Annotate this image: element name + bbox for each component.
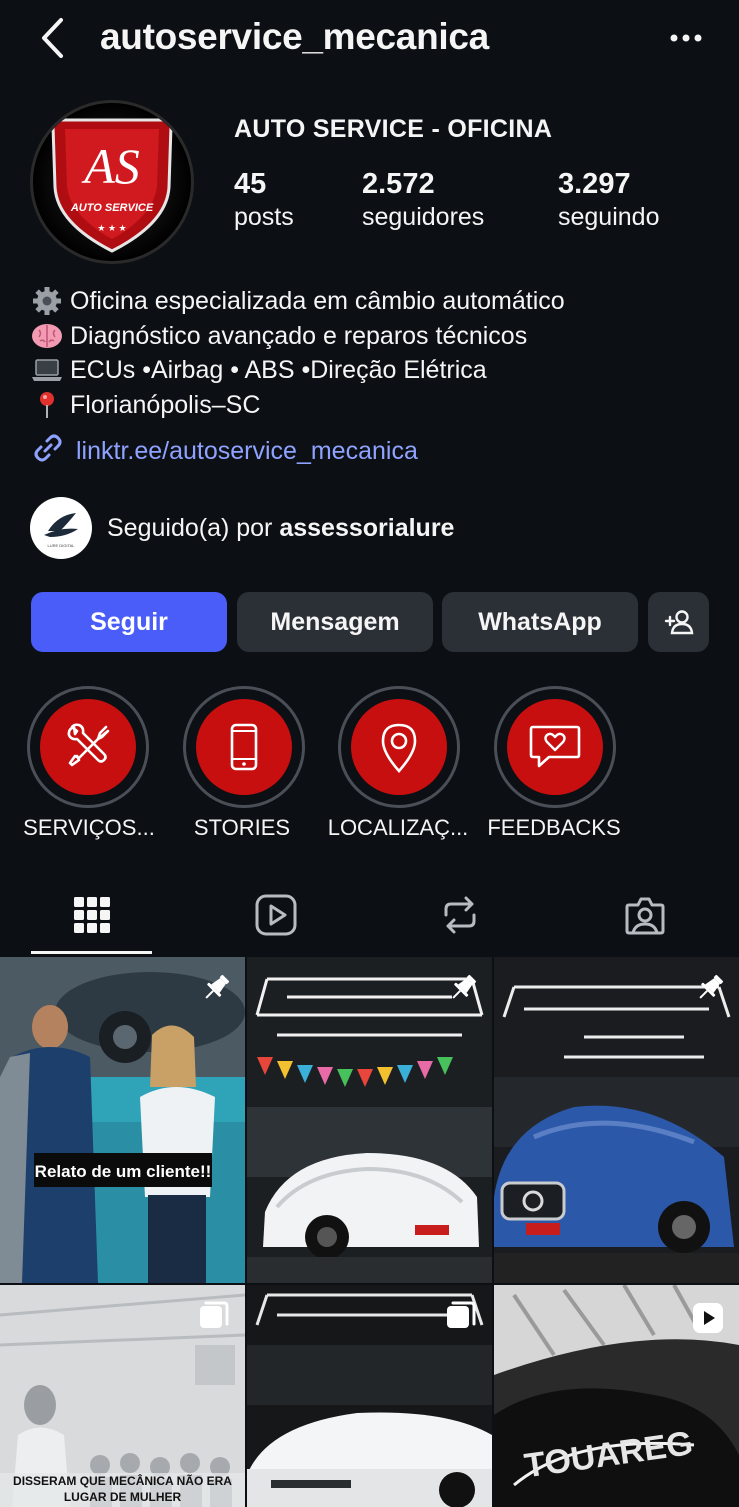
reel-icon <box>691 1301 725 1335</box>
bio-text: Florianópolis–SC <box>70 390 261 419</box>
highlight-label: STORIES <box>193 815 291 840</box>
tools-icon <box>67 723 110 767</box>
brain-icon <box>30 321 64 351</box>
tagged-icon <box>625 897 665 935</box>
carousel-icon <box>444 1299 478 1333</box>
highlight-servicos[interactable] <box>26 686 150 808</box>
pin-icon <box>446 971 480 1005</box>
avatar-logo-text: AS <box>81 138 140 194</box>
pin-icon <box>693 971 727 1005</box>
active-tab-indicator <box>31 951 152 954</box>
stat-followers-value: 2.572 <box>362 168 435 200</box>
more-options-icon[interactable] <box>660 18 712 58</box>
message-button[interactable]: Mensagem <box>237 592 433 652</box>
bio-line: ECUs •Airbag • ABS •Direção Elétrica <box>30 353 720 388</box>
bio-line: Oficina especializada em câmbio automáti… <box>30 284 720 319</box>
bio-text: Oficina especializada em câmbio automáti… <box>70 287 565 315</box>
bio-line: Florianópolis–SC <box>30 388 720 423</box>
stat-posts[interactable]: 45 posts <box>234 168 294 232</box>
followed-by-username: assessorialure <box>279 513 455 542</box>
stat-posts-label: posts <box>234 203 294 231</box>
highlight-label: FEEDBACKS <box>487 815 621 840</box>
post-thumbnail[interactable]: TOUAREG <box>494 1285 739 1507</box>
link-text[interactable]: linktr.ee/autoservice_mecanica <box>76 437 418 466</box>
followed-by-text: Seguido(a) por assessorialure <box>107 513 455 542</box>
tab-posts-grid[interactable] <box>62 886 122 944</box>
post-caption: Relato de um cliente!! <box>35 1162 212 1181</box>
post-caption: DISSERAM QUE MECÂNICA NÃO ERA LUGAR DE M… <box>13 1474 232 1504</box>
bio-text: ECUs •Airbag • ABS •Direção Elétrica <box>70 356 487 384</box>
post-thumbnail[interactable]: Relato de um cliente!! <box>0 957 245 1283</box>
chat-heart-icon <box>529 725 581 768</box>
add-user-icon <box>664 610 693 635</box>
post-thumbnail[interactable] <box>494 957 739 1283</box>
avatar-logo-subtext: AUTO SERVICE <box>70 202 154 214</box>
tab-reposts[interactable] <box>430 886 490 944</box>
reels-icon <box>255 894 297 936</box>
top-bar: autoservice_mecanica <box>0 0 739 80</box>
tab-tagged[interactable] <box>615 886 675 944</box>
reposts-icon <box>444 896 476 934</box>
location-icon <box>381 723 417 773</box>
bio-text: Diagnóstico avançado e reparos técnicos <box>70 321 528 350</box>
profile-display-name: AUTO SERVICE - OFICINA <box>234 115 553 143</box>
stat-following-label: seguindo <box>558 203 660 231</box>
profile-username: autoservice_mecanica <box>100 16 489 57</box>
bio-line: Diagnóstico avançado e reparos técnicos <box>30 319 720 354</box>
svg-text:★ ★ ★: ★ ★ ★ <box>97 223 126 233</box>
highlight-label: LOCALIZAÇ... <box>327 815 469 840</box>
followed-by[interactable]: LURE DIGITAL Seguido(a) por assessorialu… <box>30 497 454 559</box>
tab-reels[interactable] <box>246 886 306 944</box>
back-arrow-icon[interactable] <box>30 14 78 62</box>
stat-followers-label: seguidores <box>362 203 485 231</box>
highlight-stories[interactable] <box>182 686 306 808</box>
suggested-users-button[interactable] <box>648 592 709 652</box>
stat-following-value: 3.297 <box>558 168 631 200</box>
gear-icon <box>30 286 64 316</box>
profile-avatar[interactable]: AS AUTO SERVICE ★ ★ ★ <box>30 100 194 264</box>
pin-icon <box>30 390 64 420</box>
link-icon <box>30 430 66 473</box>
stat-following[interactable]: 3.297 seguindo <box>558 168 659 232</box>
phone-icon <box>230 723 258 771</box>
grid-icon <box>74 897 110 933</box>
highlight-localizacao[interactable] <box>337 686 461 808</box>
post-thumbnail[interactable] <box>247 957 492 1283</box>
highlight-feedbacks[interactable] <box>493 686 617 808</box>
stat-posts-value: 45 <box>234 168 267 200</box>
carousel-icon <box>197 1299 231 1333</box>
svg-text:LURE DIGITAL: LURE DIGITAL <box>47 543 75 548</box>
post-thumbnail[interactable] <box>247 1285 492 1507</box>
follower-avatar: LURE DIGITAL <box>30 497 92 559</box>
laptop-icon <box>30 355 64 385</box>
highlight-label: SERVIÇOS... <box>23 815 155 840</box>
profile-bio: Oficina especializada em câmbio automáti… <box>30 284 720 422</box>
post-thumbnail[interactable]: DISSERAM QUE MECÂNICA NÃO ERA LUGAR DE M… <box>0 1285 245 1507</box>
pin-icon <box>199 971 233 1005</box>
profile-link[interactable]: linktr.ee/autoservice_mecanica <box>30 430 418 473</box>
follow-button[interactable]: Seguir <box>31 592 227 652</box>
stat-followers[interactable]: 2.572 seguidores <box>362 168 484 232</box>
whatsapp-button[interactable]: WhatsApp <box>442 592 638 652</box>
